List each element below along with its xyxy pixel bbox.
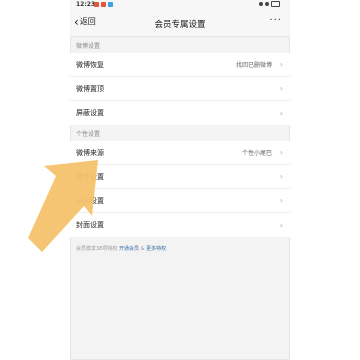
arrow-pointer-icon (28, 160, 98, 252)
